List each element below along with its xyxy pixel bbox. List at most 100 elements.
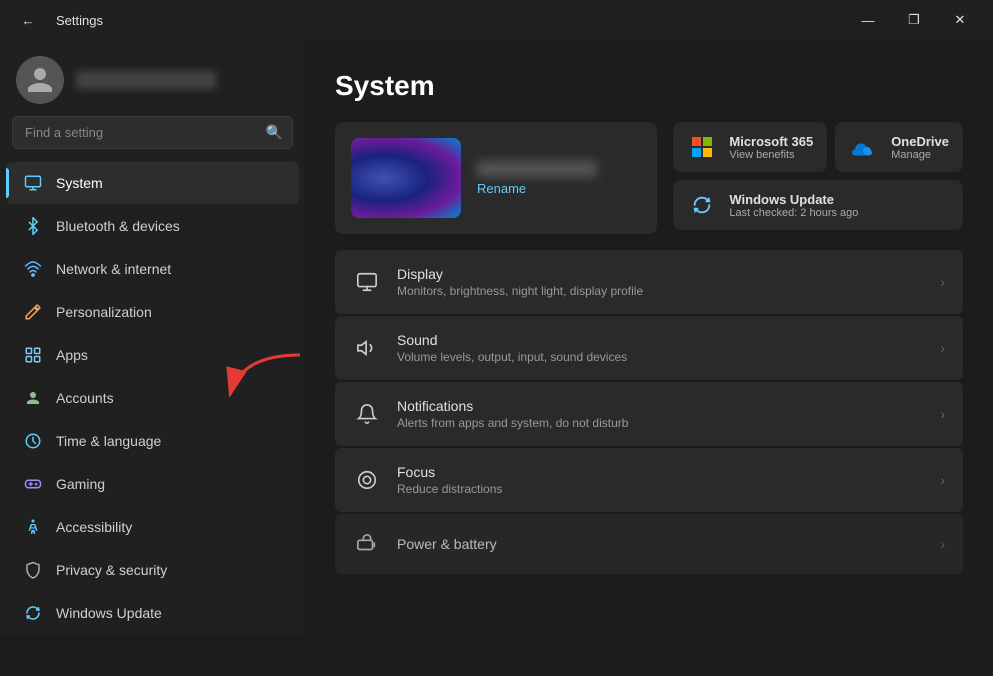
page-title: System xyxy=(335,70,963,102)
sound-setting-item[interactable]: Sound Volume levels, output, input, soun… xyxy=(335,316,963,380)
privacy-icon xyxy=(22,559,44,581)
display-title: Display xyxy=(397,266,924,282)
titlebar-left: ← Settings xyxy=(10,4,103,36)
device-name xyxy=(477,161,597,177)
sidebar-item-system[interactable]: System xyxy=(6,162,299,204)
sidebar-item-time-label: Time & language xyxy=(56,433,161,449)
device-thumbnail xyxy=(351,138,461,218)
focus-text: Focus Reduce distractions xyxy=(397,464,924,496)
sidebar-item-gaming-label: Gaming xyxy=(56,476,105,492)
windows-update-qs-icon xyxy=(687,190,717,220)
notifications-setting-item[interactable]: Notifications Alerts from apps and syste… xyxy=(335,382,963,446)
sidebar-wrapper: 🔍 System Bluetooth & devices xyxy=(0,40,305,676)
device-thumb-inner xyxy=(351,138,461,218)
avatar xyxy=(16,56,64,104)
sidebar-item-apps-label: Apps xyxy=(56,347,88,363)
window-controls: — ❐ ✕ xyxy=(845,4,983,36)
display-chevron: › xyxy=(940,274,945,290)
sidebar-item-system-label: System xyxy=(56,175,103,191)
personalization-icon xyxy=(22,301,44,323)
back-button[interactable]: ← xyxy=(10,4,46,36)
title-bar: ← Settings — ❐ ✕ xyxy=(0,0,993,40)
power-setting-item[interactable]: Power & battery › xyxy=(335,514,963,574)
app-body: 🔍 System Bluetooth & devices xyxy=(0,40,993,676)
windows-update-qs-subtitle: Last checked: 2 hours ago xyxy=(729,207,858,219)
settings-list: Display Monitors, brightness, night ligh… xyxy=(335,250,963,574)
sidebar-item-apps[interactable]: Apps xyxy=(6,334,299,376)
close-button[interactable]: ✕ xyxy=(937,4,983,36)
accounts-icon xyxy=(22,387,44,409)
sidebar-item-update[interactable]: Windows Update xyxy=(6,592,299,634)
app-title: Settings xyxy=(56,13,103,28)
windows-update-qs-info: Windows Update Last checked: 2 hours ago xyxy=(729,192,858,219)
sidebar-item-accessibility-label: Accessibility xyxy=(56,519,132,535)
display-icon xyxy=(353,268,381,296)
search-icon: 🔍 xyxy=(266,124,283,141)
sidebar-nav: System Bluetooth & devices Network & int… xyxy=(0,161,305,635)
notifications-icon xyxy=(353,400,381,428)
sidebar-item-accounts[interactable]: Accounts xyxy=(6,377,299,419)
sound-text: Sound Volume levels, output, input, soun… xyxy=(397,332,924,364)
maximize-button[interactable]: ❐ xyxy=(891,4,937,36)
main-content: System Rename xyxy=(305,40,993,676)
power-chevron: › xyxy=(940,536,945,552)
onedrive-item[interactable]: OneDrive Manage xyxy=(835,122,963,172)
quick-services-panel: Microsoft 365 View benefits OneDri xyxy=(673,122,963,234)
focus-title: Focus xyxy=(397,464,924,480)
device-card: Rename xyxy=(335,122,657,234)
focus-icon xyxy=(353,466,381,494)
microsoft365-info: Microsoft 365 View benefits xyxy=(729,134,813,161)
display-subtitle: Monitors, brightness, night light, displ… xyxy=(397,284,924,298)
sidebar-item-gaming[interactable]: Gaming xyxy=(6,463,299,505)
rename-link[interactable]: Rename xyxy=(477,181,597,196)
network-icon xyxy=(22,258,44,280)
sound-subtitle: Volume levels, output, input, sound devi… xyxy=(397,350,924,364)
sidebar-item-time[interactable]: Time & language xyxy=(6,420,299,462)
system-icon xyxy=(22,172,44,194)
onedrive-title: OneDrive xyxy=(891,134,949,149)
sidebar-item-privacy[interactable]: Privacy & security xyxy=(6,549,299,591)
device-info: Rename xyxy=(477,161,597,196)
display-text: Display Monitors, brightness, night ligh… xyxy=(397,266,924,298)
gaming-icon xyxy=(22,473,44,495)
sidebar-item-network-label: Network & internet xyxy=(56,261,171,277)
display-setting-item[interactable]: Display Monitors, brightness, night ligh… xyxy=(335,250,963,314)
sidebar-item-update-label: Windows Update xyxy=(56,605,162,621)
focus-chevron: › xyxy=(940,472,945,488)
sidebar-item-network[interactable]: Network & internet xyxy=(6,248,299,290)
microsoft365-title: Microsoft 365 xyxy=(729,134,813,149)
notifications-chevron: › xyxy=(940,406,945,422)
windows-update-qs-title: Windows Update xyxy=(729,192,858,207)
microsoft365-item[interactable]: Microsoft 365 View benefits xyxy=(673,122,827,172)
sidebar-item-privacy-label: Privacy & security xyxy=(56,562,167,578)
onedrive-icon xyxy=(849,132,879,162)
sidebar-item-accessibility[interactable]: Accessibility xyxy=(6,506,299,548)
onedrive-subtitle: Manage xyxy=(891,149,949,161)
windows-update-qs-item[interactable]: Windows Update Last checked: 2 hours ago xyxy=(673,180,963,230)
notifications-title: Notifications xyxy=(397,398,924,414)
sidebar-item-accounts-label: Accounts xyxy=(56,390,114,406)
sidebar: 🔍 System Bluetooth & devices xyxy=(0,40,305,635)
sound-icon xyxy=(353,334,381,362)
bluetooth-icon xyxy=(22,215,44,237)
notifications-text: Notifications Alerts from apps and syste… xyxy=(397,398,924,430)
search-input[interactable] xyxy=(12,116,293,149)
quick-services-top: Microsoft 365 View benefits OneDri xyxy=(673,122,963,172)
user-profile[interactable] xyxy=(0,40,305,116)
focus-setting-item[interactable]: Focus Reduce distractions › xyxy=(335,448,963,512)
sidebar-item-bluetooth-label: Bluetooth & devices xyxy=(56,218,180,234)
sidebar-item-personalization-label: Personalization xyxy=(56,304,152,320)
update-icon xyxy=(22,602,44,624)
power-title: Power & battery xyxy=(397,536,924,552)
notifications-subtitle: Alerts from apps and system, do not dist… xyxy=(397,416,924,430)
sound-chevron: › xyxy=(940,340,945,356)
minimize-button[interactable]: — xyxy=(845,4,891,36)
microsoft365-subtitle: View benefits xyxy=(729,149,813,161)
search-bar[interactable]: 🔍 xyxy=(12,116,293,149)
sidebar-item-bluetooth[interactable]: Bluetooth & devices xyxy=(6,205,299,247)
device-section: Rename xyxy=(335,122,963,234)
sidebar-item-personalization[interactable]: Personalization xyxy=(6,291,299,333)
power-text: Power & battery xyxy=(397,536,924,552)
time-icon xyxy=(22,430,44,452)
sound-title: Sound xyxy=(397,332,924,348)
